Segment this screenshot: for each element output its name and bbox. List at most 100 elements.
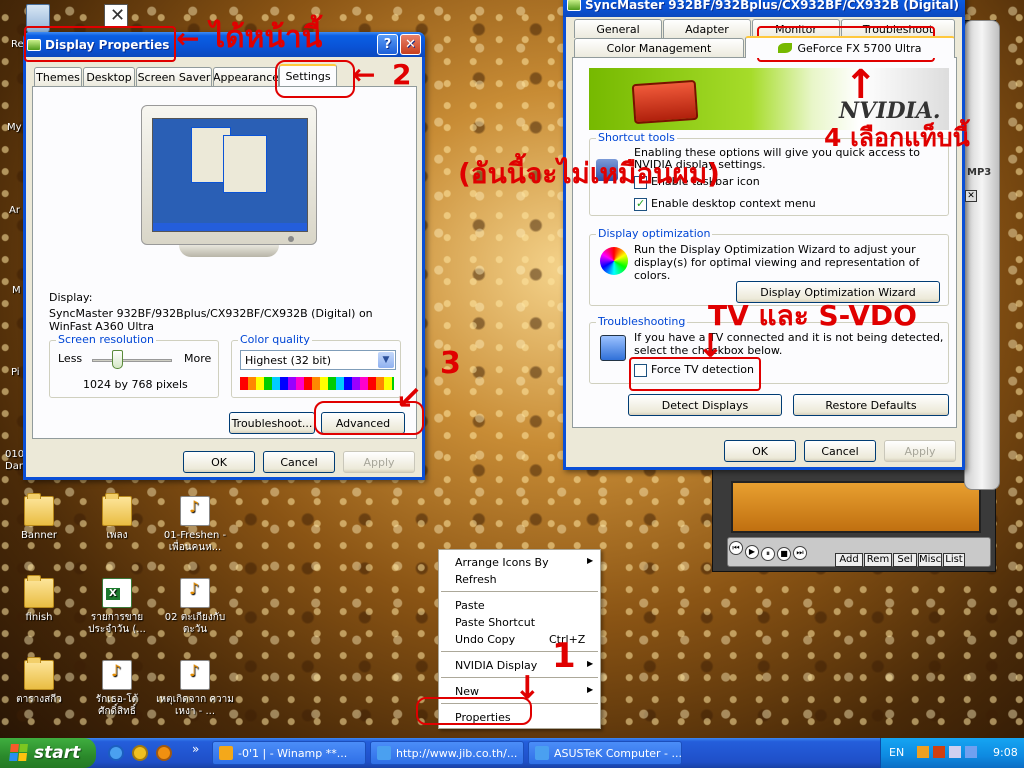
ie-icon[interactable] — [108, 745, 124, 761]
desktop-icon-love-mp3[interactable]: รักเธอ-โต้ ศักดิ์สิทธิ์ — [78, 660, 156, 718]
desktop-icon-finish[interactable]: finish — [0, 575, 78, 624]
task-winamp[interactable]: -0'1 | - Winamp **... — [212, 741, 366, 765]
settings-panel: Display: SyncMaster 932BF/932Bplus/CX932… — [32, 86, 417, 439]
menu-item-arrange-icons[interactable]: Arrange Icons By — [455, 556, 549, 569]
annotation-box-properties — [416, 697, 532, 725]
annotation-got-this-page: ได้หน้านี้ — [210, 20, 323, 55]
resolution-slider-track[interactable] — [92, 359, 172, 362]
monitor-stand — [179, 245, 279, 257]
quicklaunch-icon-2[interactable] — [132, 745, 148, 761]
winamp-add-button[interactable]: Add — [835, 553, 863, 567]
task-browser-asus[interactable]: ASUSTeK Computer - ... — [528, 741, 682, 765]
desktop-icon-label: 01-Freshen - เพื่อนคนห... — [163, 530, 227, 553]
close-button[interactable]: ✕ — [400, 34, 421, 55]
color-quality-value: Highest (32 bit) — [245, 354, 332, 367]
enable-context-menu-checkbox[interactable]: Enable desktop context menu — [634, 197, 816, 211]
cancel-button[interactable]: Cancel — [804, 440, 876, 462]
shortcut-tools-legend: Shortcut tools — [596, 131, 677, 144]
annotation-step-1: 1 — [552, 636, 576, 676]
desktop-icon-banner[interactable]: Banner — [0, 493, 78, 542]
desktop-icon-lonely-mp3[interactable]: เหตุเกิดจาก ความเหงา - ... — [156, 660, 234, 718]
annotation-not-same: (อันนี้จะไม่เหมือนผม) — [458, 157, 720, 190]
excel-file-icon — [102, 578, 132, 608]
desktop-icon-label-recycle-bin: Re — [11, 39, 24, 50]
apply-button[interactable]: Apply — [343, 451, 415, 473]
winamp-list-button[interactable]: List — [943, 553, 965, 567]
chevron-down-icon[interactable]: ▼ — [378, 352, 394, 368]
menu-item-undo-copy[interactable]: Undo Copy — [455, 633, 515, 646]
restore-defaults-button[interactable]: Restore Defaults — [793, 394, 949, 416]
tab-desktop[interactable]: Desktop — [83, 67, 135, 86]
desktop-icon-sales-xls[interactable]: รายการขาย ประจำวัน (... — [78, 578, 156, 636]
clock[interactable]: 9:08 — [993, 746, 1018, 759]
tab-color-management[interactable]: Color Management — [574, 38, 744, 57]
network-icon[interactable]: ✕ — [104, 4, 128, 28]
system-tray: EN 9:08 — [880, 738, 1024, 768]
annotation-box-title — [24, 26, 176, 62]
tray-icon-4[interactable] — [965, 746, 977, 758]
winamp-side-panel — [964, 20, 1000, 490]
winamp-sel-button[interactable]: Sel — [893, 553, 917, 567]
troubleshoot-button[interactable]: Troubleshoot... — [229, 412, 315, 434]
nvidia-properties-window: SyncMaster 932BF/932Bplus/CX932BF/CX932B… — [563, 0, 965, 470]
checkbox-box[interactable] — [634, 197, 647, 211]
winamp-prev-icon[interactable]: ⏮ — [729, 541, 743, 555]
less-label: Less — [58, 352, 83, 365]
screen-resolution-legend: Screen resolution — [56, 333, 156, 346]
more-label: More — [184, 352, 212, 365]
desktop-icon-songs[interactable]: เพลง — [78, 493, 156, 542]
submenu-arrow-icon: ▶ — [587, 659, 594, 668]
task-browser-jib[interactable]: http://www.jib.co.th/... — [370, 741, 524, 765]
tray-icon-1[interactable] — [917, 746, 929, 758]
resolution-slider-thumb[interactable] — [112, 350, 123, 369]
menu-item-paste-shortcut[interactable]: Paste Shortcut — [455, 616, 535, 629]
winamp-close-icon[interactable]: ✕ — [965, 190, 977, 202]
nvidia-properties-titlebar[interactable]: SyncMaster 932BF/932Bplus/CX932BF/CX932B… — [563, 0, 965, 17]
desktop-icon-label: ตารางสกีว — [16, 694, 62, 705]
desktop-icon-schedule[interactable]: ตารางสกีว — [0, 657, 78, 706]
tab-adapter[interactable]: Adapter — [663, 19, 751, 38]
desktop-icon-freshen-mp3[interactable]: 01-Freshen - เพื่อนคนห... — [156, 496, 234, 554]
task-label: -0'1 | - Winamp **... — [238, 746, 348, 760]
tab-appearance[interactable]: Appearance — [213, 67, 279, 86]
display-optimization-desc: Run the Display Optimization Wizard to a… — [634, 243, 920, 282]
annotation-step-3: 3 — [440, 346, 461, 381]
menu-separator — [441, 591, 598, 592]
tray-icon-2[interactable] — [933, 746, 945, 758]
annotation-tv-svideo: TV และ S-VDO — [708, 299, 917, 332]
mp3-file-icon — [180, 496, 210, 526]
desktop-icon-label: รายการขาย ประจำวัน (... — [88, 612, 146, 635]
menu-item-paste[interactable]: Paste — [455, 599, 485, 612]
ok-button[interactable]: OK — [183, 451, 255, 473]
winamp-misc-button[interactable]: Misc — [918, 553, 942, 567]
tab-geforce[interactable]: GeForce FX 5700 Ultra — [745, 36, 955, 58]
tab-settings[interactable]: Settings — [279, 64, 337, 86]
tab-screen-saver[interactable]: Screen Saver — [136, 67, 212, 86]
help-button[interactable]: ? — [377, 34, 398, 55]
desktop-icon-label: เพลง — [106, 530, 128, 541]
annotation-arrow-tv: ← — [690, 331, 729, 359]
color-quality-select[interactable]: Highest (32 bit) ▼ — [240, 350, 396, 370]
tab-general[interactable]: General — [574, 19, 662, 38]
winamp-stop-icon[interactable]: ■ — [777, 547, 791, 561]
ok-button[interactable]: OK — [724, 440, 796, 462]
desktop-icon-lantern-mp3[interactable]: 02 ตะเกียงกับ ตะวัน — [156, 578, 234, 636]
menu-item-refresh[interactable]: Refresh — [455, 573, 497, 586]
windows-flag-icon — [9, 744, 29, 762]
monitor-help-icon — [600, 335, 626, 361]
toolbox-icon — [631, 79, 699, 125]
tray-icon-3[interactable] — [949, 746, 961, 758]
quicklaunch-icon-3[interactable] — [156, 745, 172, 761]
cancel-button[interactable]: Cancel — [263, 451, 335, 473]
apply-button[interactable]: Apply — [884, 440, 956, 462]
detect-displays-button[interactable]: Detect Displays — [628, 394, 782, 416]
preview-window — [223, 135, 267, 193]
winamp-rem-button[interactable]: Rem — [864, 553, 892, 567]
winamp-next-icon[interactable]: ⏭ — [793, 546, 807, 560]
start-button[interactable]: start — [0, 738, 96, 768]
language-indicator[interactable]: EN — [889, 746, 904, 759]
winamp-play-icon[interactable]: ▶ — [745, 545, 759, 559]
tab-themes[interactable]: Themes — [34, 67, 82, 86]
winamp-pause-icon[interactable]: ⏸ — [761, 547, 775, 561]
quicklaunch-chevron[interactable]: » — [192, 742, 199, 756]
